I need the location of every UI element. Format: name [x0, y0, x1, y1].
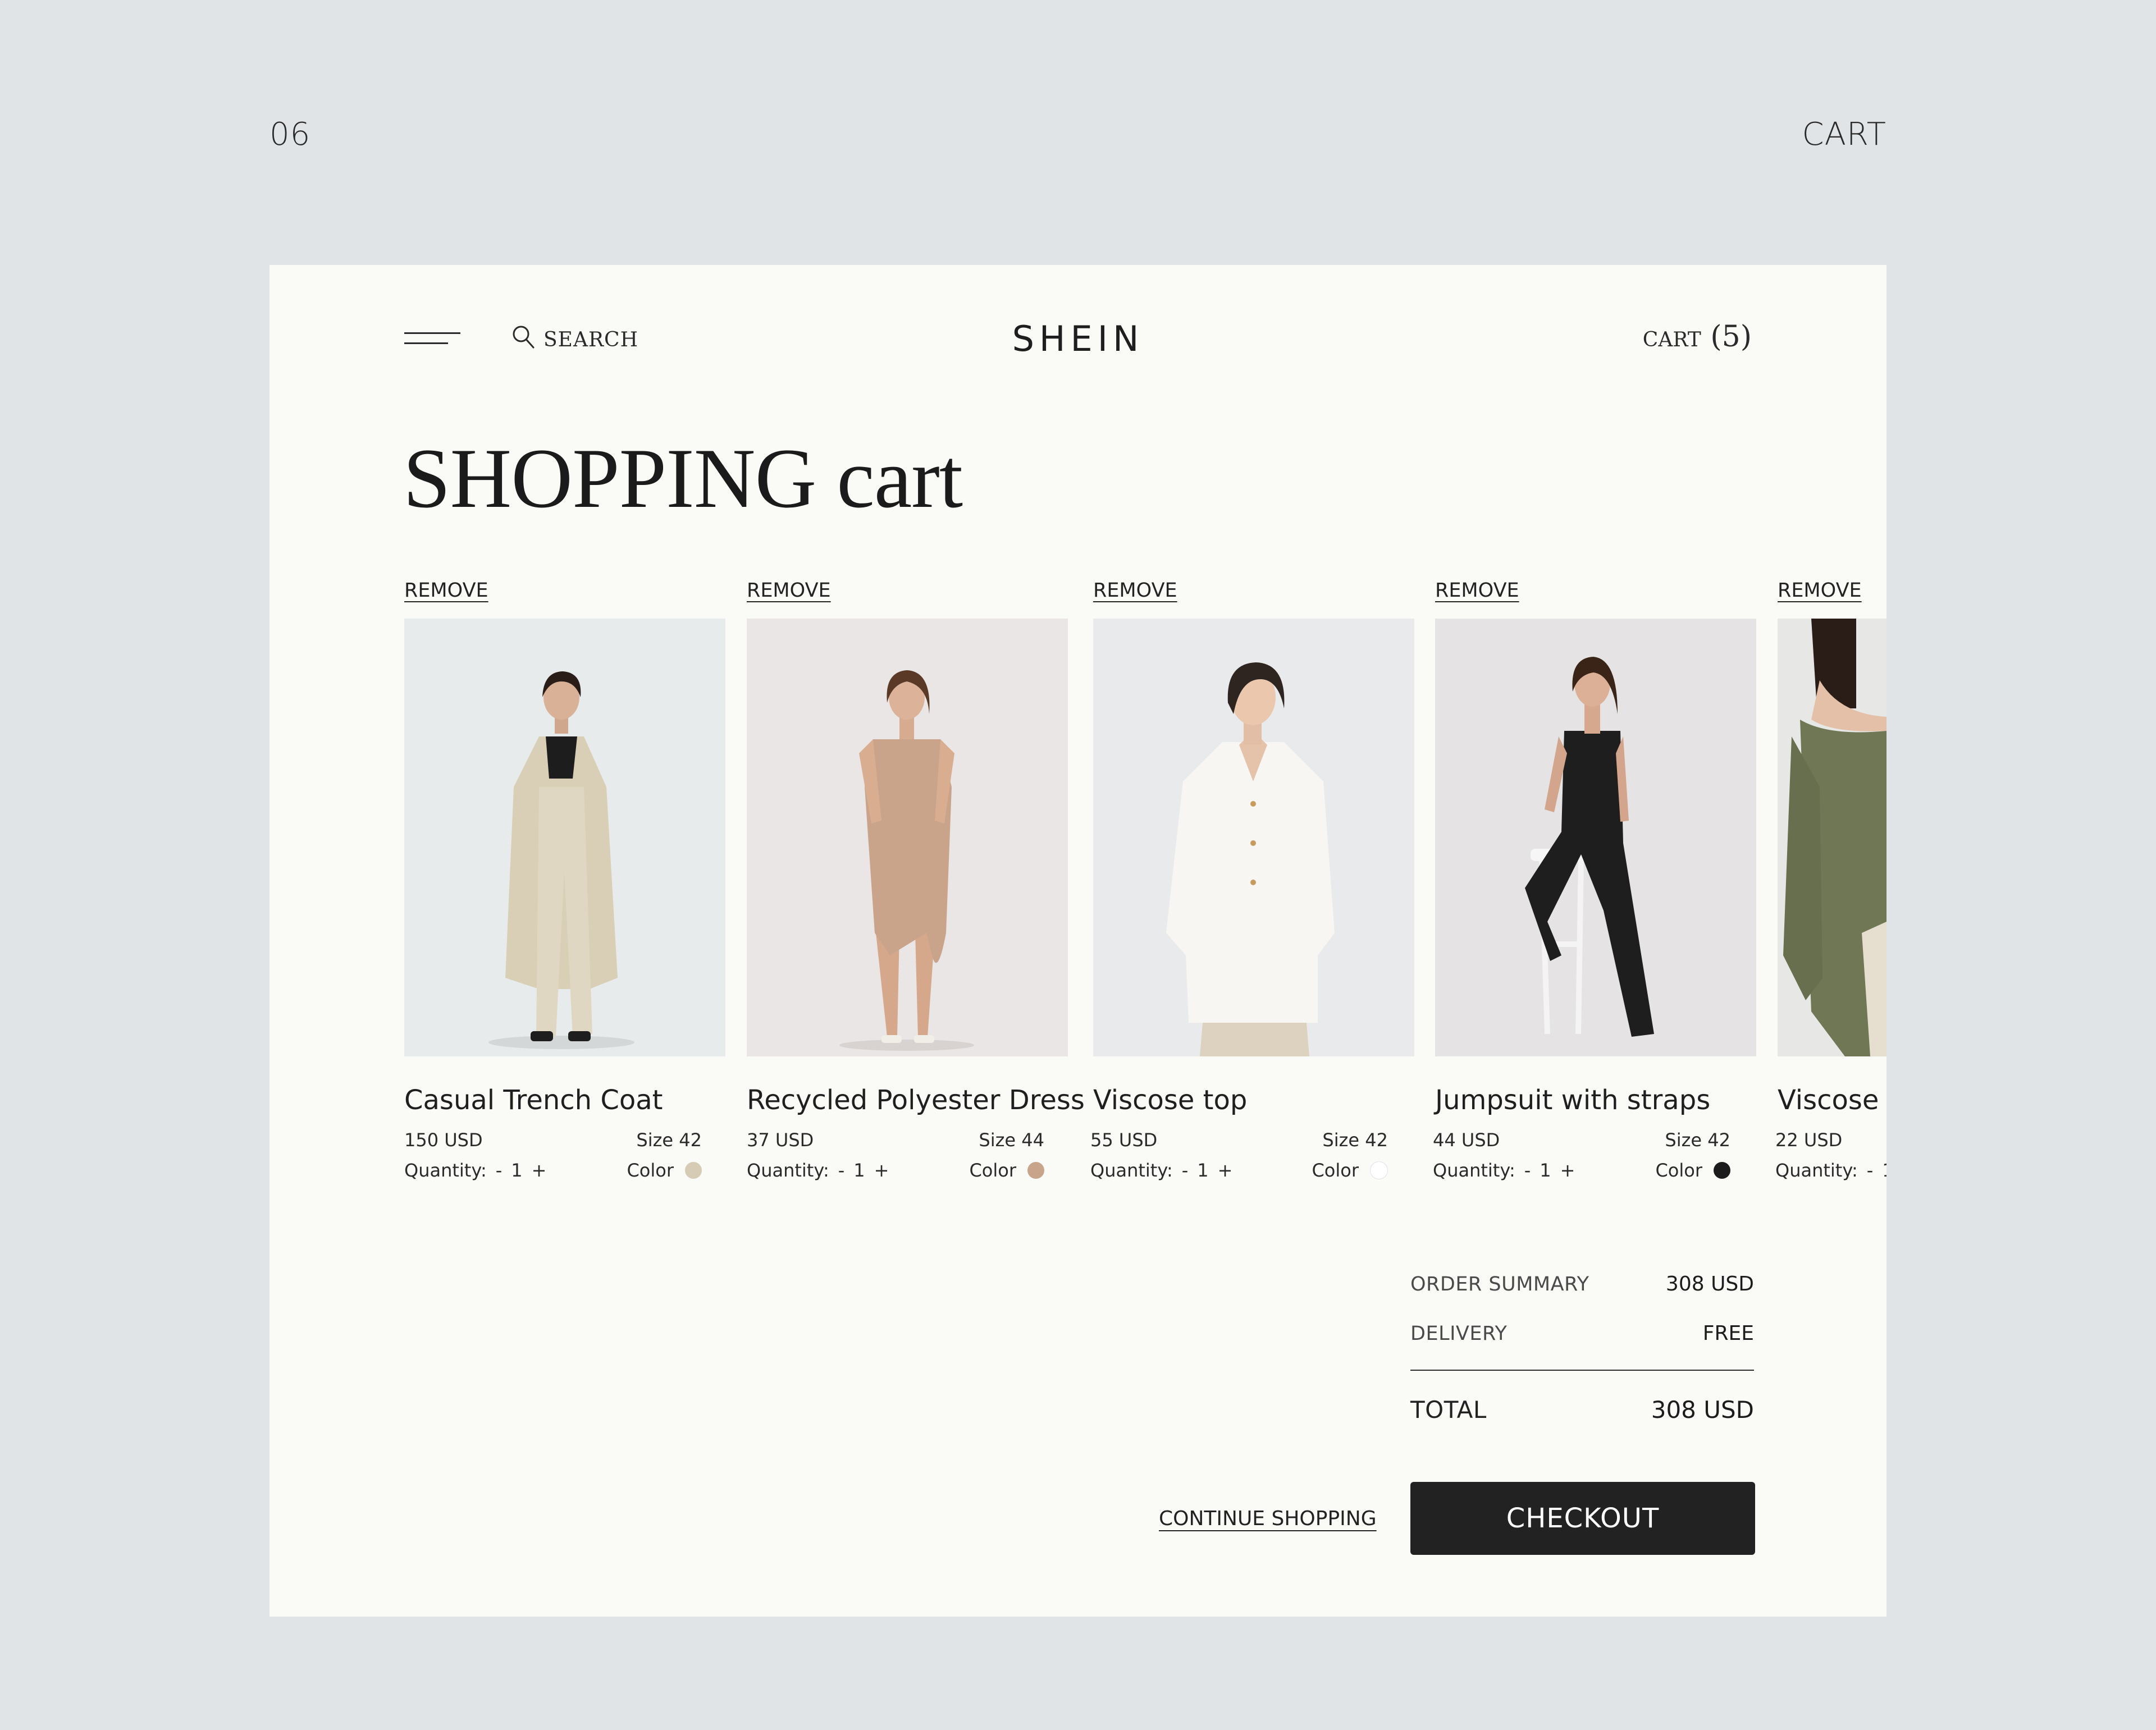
order-summary-value: 308 USD [1665, 1273, 1754, 1296]
product-image[interactable] [404, 619, 725, 1056]
color-info: Color [1312, 1160, 1388, 1181]
product-size: Size 42 [1322, 1129, 1388, 1151]
product-image[interactable] [1093, 619, 1414, 1056]
order-summary-label: ORDER SUMMARY [1410, 1273, 1589, 1296]
color-label: Color [1312, 1160, 1359, 1181]
product-card: REMOVE [404, 579, 725, 1056]
cart-link[interactable]: cart (5) [1643, 320, 1752, 354]
product-name[interactable]: Jumpsuit with straps [1435, 1084, 1710, 1116]
product-name[interactable]: Viscose [1778, 1084, 1879, 1116]
product-image[interactable] [1778, 619, 1886, 1056]
quantity-value: 1 [1540, 1160, 1551, 1181]
delivery-value: FREE [1702, 1322, 1754, 1345]
remove-button[interactable]: REMOVE [747, 579, 831, 602]
quantity-value: 1 [1197, 1160, 1209, 1181]
quantity-value: 1 [511, 1160, 523, 1181]
product-price: 44 USD [1433, 1129, 1500, 1151]
quantity-value: 1 [853, 1160, 865, 1181]
remove-button[interactable]: REMOVE [404, 579, 488, 602]
color-label: Color [969, 1160, 1016, 1181]
color-info: Color [969, 1160, 1044, 1181]
quantity-label: Quantity: [404, 1160, 487, 1181]
product-card: REMOVE [747, 579, 1068, 1056]
product-price: 37 USD [747, 1129, 814, 1151]
summary-row-order: ORDER SUMMARY 308 USD [1410, 1273, 1754, 1296]
page-label: CART [1802, 116, 1886, 153]
quantity-stepper: Quantity: - 1 + [1090, 1160, 1234, 1181]
page-title: SHOPPING cart [403, 431, 963, 525]
color-swatch[interactable] [1370, 1161, 1388, 1179]
product-image[interactable] [747, 619, 1068, 1056]
checkout-button[interactable]: CHECKOUT [1410, 1482, 1755, 1555]
quantity-stepper: Quantity: - 1 + [1433, 1160, 1576, 1181]
product-card: REMOVE [1435, 579, 1756, 1056]
decrement-button[interactable]: - [495, 1160, 504, 1181]
increment-button[interactable]: + [1217, 1160, 1234, 1181]
product-price: 150 USD [404, 1129, 483, 1151]
decrement-button[interactable]: - [1866, 1160, 1875, 1181]
total-label: TOTAL [1410, 1396, 1487, 1424]
product-qty-color: Quantity: - 1 + Color [1433, 1160, 1730, 1181]
product-qty-color: Quantity: - 1 + Color [404, 1160, 702, 1181]
quantity-stepper: Quantity: - 1 + [747, 1160, 890, 1181]
decrement-button[interactable]: - [1523, 1160, 1532, 1181]
product-price-size: 55 USD Size 42 [1090, 1129, 1388, 1151]
product-qty-color: Quantity: - 1 + Color [747, 1160, 1044, 1181]
color-swatch[interactable] [1714, 1162, 1730, 1179]
increment-button[interactable]: + [531, 1160, 548, 1181]
product-card: REMOVE [1093, 579, 1414, 1056]
quantity-stepper: Quantity: - 1 + [404, 1160, 547, 1181]
remove-button[interactable]: REMOVE [1093, 579, 1177, 602]
summary-row-delivery: DELIVERY FREE [1410, 1322, 1754, 1345]
product-name[interactable]: Casual Trench Coat [404, 1084, 663, 1116]
increment-button[interactable]: + [1559, 1160, 1577, 1181]
color-label: Color [627, 1160, 674, 1181]
product-price-size: 37 USD Size 44 [747, 1129, 1044, 1151]
decrement-button[interactable]: - [837, 1160, 846, 1181]
quantity-value: 1 [1882, 1160, 1886, 1181]
quantity-label: Quantity: [1775, 1160, 1858, 1181]
product-size: Size 44 [979, 1129, 1044, 1151]
product-card: REMOVE [1778, 579, 1886, 1056]
increment-button[interactable]: + [873, 1160, 890, 1181]
color-swatch[interactable] [685, 1162, 702, 1179]
product-size: Size 42 [1665, 1129, 1730, 1151]
remove-button[interactable]: REMOVE [1435, 579, 1519, 602]
product-name[interactable]: Recycled Polyester Dress [747, 1084, 1085, 1116]
product-price-size: 44 USD Size 42 [1433, 1129, 1730, 1151]
color-label: Color [1655, 1160, 1702, 1181]
decrement-button[interactable]: - [1181, 1160, 1190, 1181]
quantity-label: Quantity: [1090, 1160, 1173, 1181]
product-price-size: 150 USD Size 42 [404, 1129, 702, 1151]
app-screen: search SHEIN cart (5) SHOPPING cart REMO… [270, 265, 1886, 1617]
continue-shopping-link[interactable]: CONTINUE SHOPPING [1159, 1507, 1377, 1530]
product-size: Size 42 [636, 1129, 702, 1151]
color-info: Color [1655, 1160, 1730, 1181]
product-image[interactable] [1435, 619, 1756, 1056]
color-info: Color [627, 1160, 702, 1181]
quantity-stepper: Quantity: - 1 [1775, 1160, 1886, 1181]
color-swatch[interactable] [1027, 1162, 1044, 1179]
product-price-size: 22 USD [1775, 1129, 1886, 1151]
product-qty-color: Quantity: - 1 + Color [1090, 1160, 1388, 1181]
delivery-label: DELIVERY [1410, 1322, 1508, 1345]
quantity-label: Quantity: [1433, 1160, 1515, 1181]
remove-button[interactable]: REMOVE [1778, 579, 1862, 602]
total-value: 308 USD [1651, 1396, 1754, 1424]
product-price: 55 USD [1090, 1129, 1158, 1151]
summary-row-total: TOTAL 308 USD [1410, 1396, 1754, 1424]
product-qty-color: Quantity: - 1 [1775, 1160, 1886, 1181]
product-price: 22 USD [1775, 1129, 1843, 1151]
summary-divider [1410, 1370, 1754, 1371]
product-name[interactable]: Viscose top [1093, 1084, 1247, 1116]
quantity-label: Quantity: [747, 1160, 829, 1181]
page-number: 06 [270, 116, 311, 153]
